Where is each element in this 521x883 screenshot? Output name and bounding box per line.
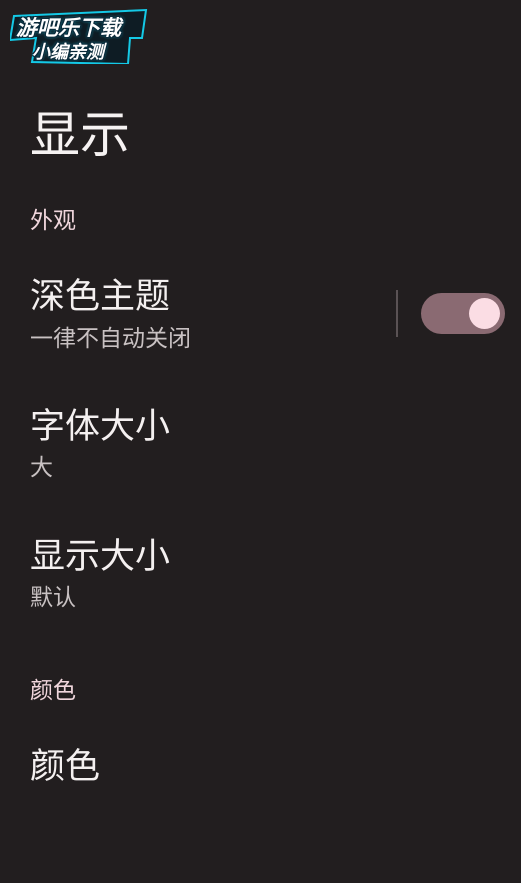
pref-color-title: 颜色: [30, 747, 101, 787]
section-header-appearance: 外观: [30, 208, 76, 234]
section-header-color: 颜色: [30, 678, 76, 704]
watermark-logo: 游吧乐下载 小编亲测: [10, 8, 150, 64]
pref-dark-theme-title: 深色主题: [30, 277, 171, 317]
pref-font-size-title: 字体大小: [30, 407, 171, 447]
pref-dark-theme-summary: 一律不自动关闭: [30, 326, 191, 352]
toggle-thumb: [469, 298, 500, 329]
watermark-line-2: 小编亲测: [32, 42, 104, 63]
pref-font-size[interactable]: 字体大小 大: [0, 390, 521, 500]
pref-color[interactable]: 颜色: [0, 730, 521, 810]
page-title: 显示: [30, 105, 130, 164]
pref-display-size[interactable]: 显示大小 默认: [0, 520, 521, 630]
pref-display-size-title: 显示大小: [30, 537, 171, 577]
switch-divider: [396, 290, 398, 337]
dark-theme-toggle[interactable]: [421, 293, 505, 334]
pref-font-size-summary: 大: [30, 455, 53, 481]
pref-display-size-summary: 默认: [30, 585, 76, 611]
